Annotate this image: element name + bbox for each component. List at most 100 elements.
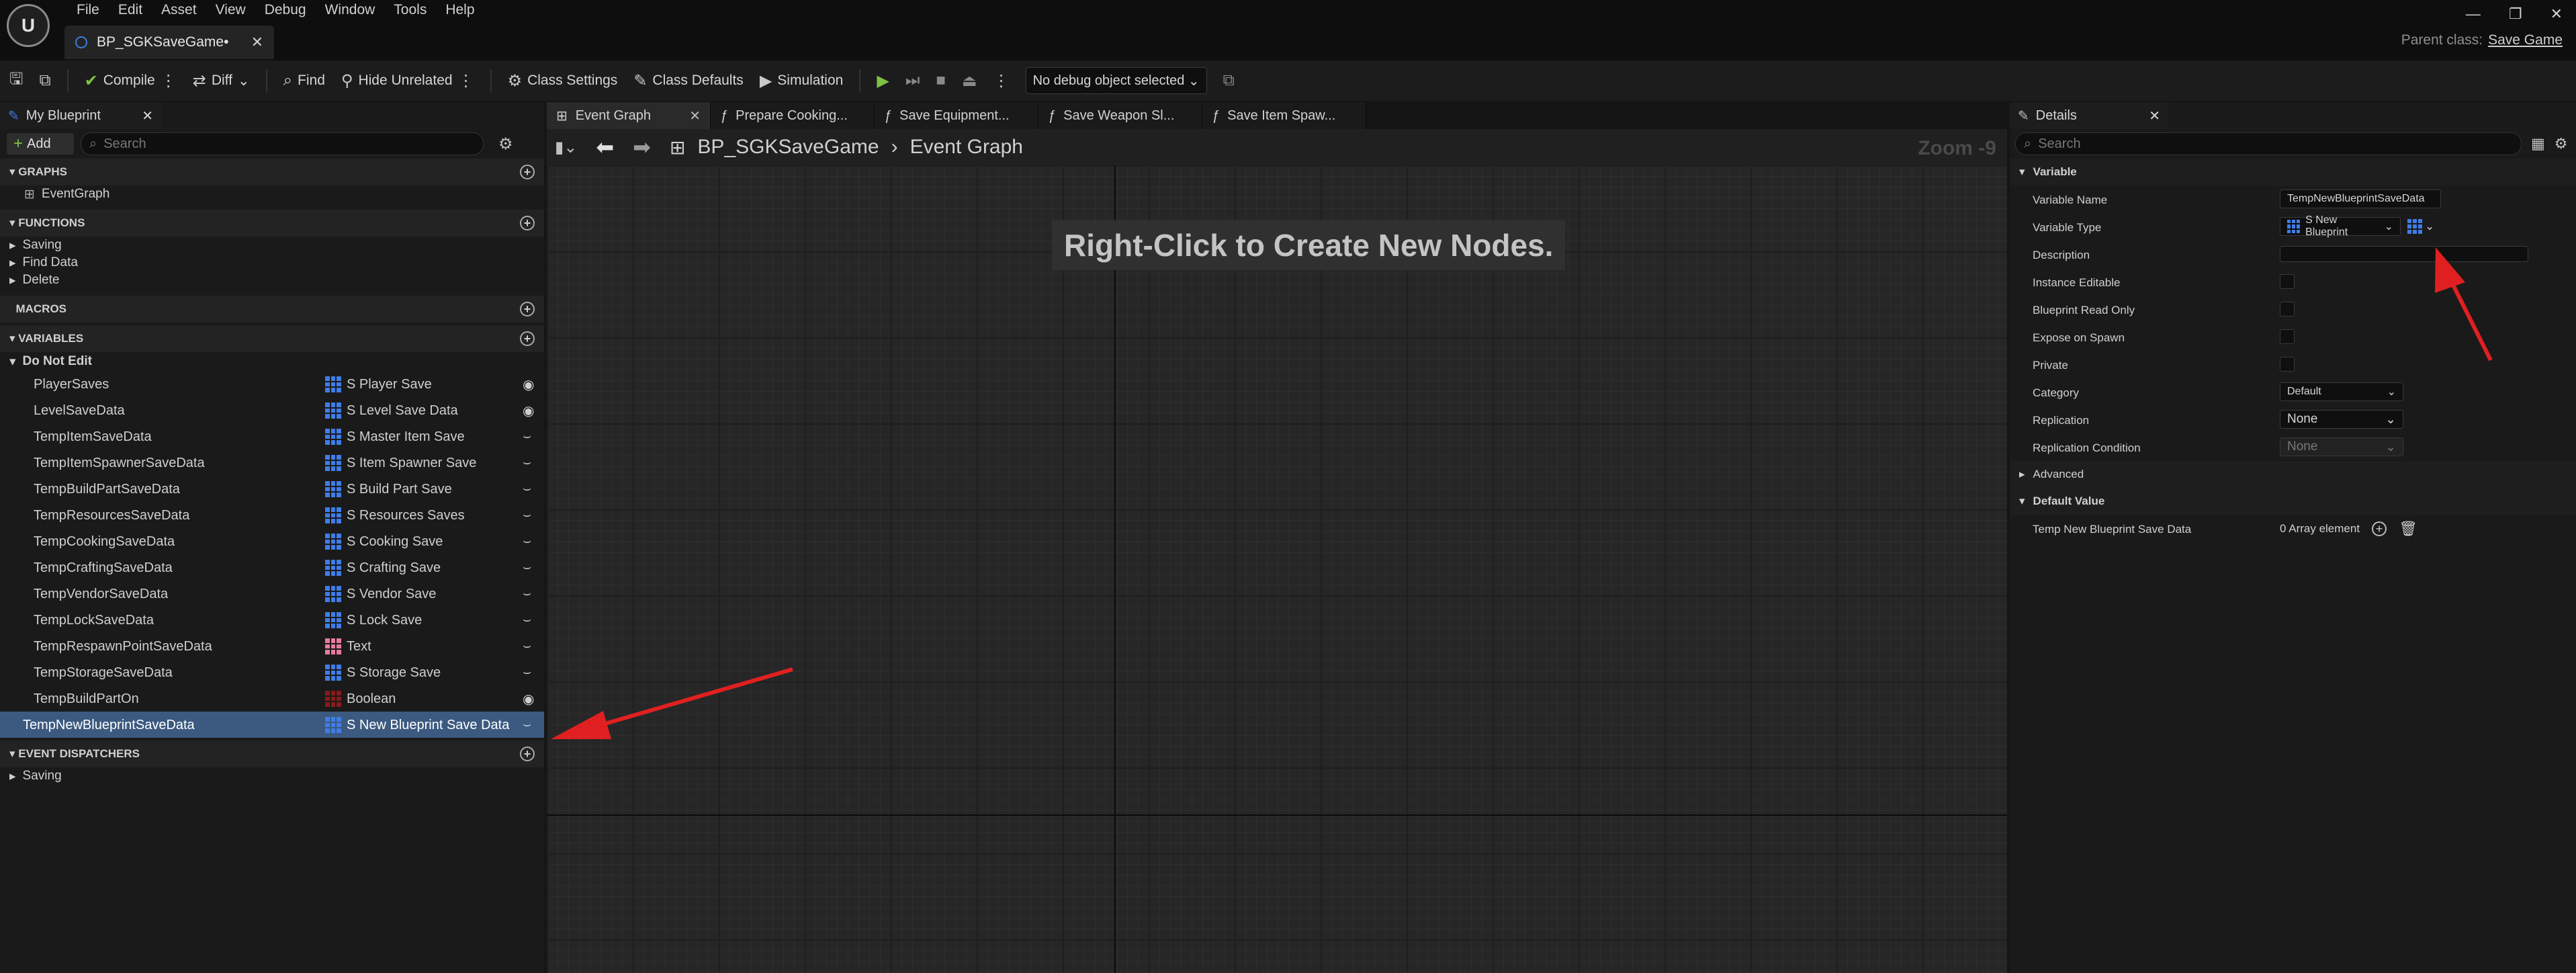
variable-row[interactable]: TempCookingSaveData S Cooking Save ⌣ (0, 528, 544, 554)
eject-icon[interactable]: ⏏ (962, 71, 977, 91)
add-button[interactable]: + Add (7, 133, 74, 155)
add-macro-icon[interactable]: + (520, 302, 535, 316)
more-options-icon[interactable]: ⋮ (161, 71, 177, 91)
replication-condition-select[interactable]: None ⌄ (2280, 437, 2403, 456)
breadcrumb-current[interactable]: Event Graph (910, 136, 1023, 159)
variable-row[interactable]: TempCraftingSaveData S Crafting Save ⌣ (0, 554, 544, 581)
function-category-delete[interactable]: ▸ Delete (0, 271, 544, 289)
simulation-button[interactable]: ▶ Simulation (760, 71, 844, 91)
eye-icon[interactable]: ◉ (523, 403, 534, 419)
tab-save-item-spawner[interactable]: ƒ Save Item Spaw... (1202, 102, 1366, 129)
variable-row[interactable]: TempResourcesSaveData S Resources Saves ⌣ (0, 502, 544, 528)
graphs-section[interactable]: ▾ GRAPHS + (0, 159, 544, 185)
more-options-icon[interactable]: ⋮ (458, 71, 474, 91)
eye-closed-icon[interactable]: ⌣ (523, 507, 531, 523)
trash-icon[interactable]: 🗑 (2399, 520, 2417, 538)
compile-button[interactable]: ✔ Compile ⋮ (85, 71, 177, 91)
breadcrumb-root[interactable]: BP_SGKSaveGame (697, 136, 879, 159)
eye-icon[interactable]: ◉ (523, 376, 534, 393)
menu-view[interactable]: View (206, 1, 255, 19)
details-tab[interactable]: ✎ Details ✕ (2010, 102, 2168, 129)
replication-select[interactable]: None ⌄ (2280, 410, 2403, 429)
default-value-section[interactable]: ▾ Default Value (2010, 488, 2576, 515)
tab-event-graph[interactable]: ⊞ Event Graph ✕ (547, 102, 711, 129)
function-category-find-data[interactable]: ▸ Find Data (0, 254, 544, 271)
eye-closed-icon[interactable]: ⌣ (523, 717, 531, 732)
debug-filter-icon[interactable]: ⧉ (1223, 71, 1235, 90)
stop-icon[interactable]: ■ (936, 71, 946, 90)
private-checkbox[interactable] (2280, 357, 2295, 372)
save-icon[interactable]: 🖫 (9, 67, 23, 95)
back-arrow-icon[interactable]: ⬅ (596, 134, 614, 160)
menu-window[interactable]: Window (316, 1, 385, 19)
variable-row[interactable]: TempNewBlueprintSaveData S New Blueprint … (0, 712, 544, 738)
graph-canvas[interactable] (547, 165, 2007, 973)
close-tab-icon[interactable]: ✕ (689, 108, 701, 124)
macros-section[interactable]: MACROS + (0, 296, 544, 323)
gear-icon[interactable]: ⚙ (498, 134, 513, 154)
menu-edit[interactable]: Edit (109, 1, 152, 19)
menu-help[interactable]: Help (436, 1, 484, 19)
functions-section[interactable]: ▾ FUNCTIONS + (0, 210, 544, 237)
diff-button[interactable]: ⇄ Diff ⌄ (193, 71, 250, 91)
container-type-select[interactable]: ⌄ (2407, 219, 2434, 234)
tab-save-weapon-slot[interactable]: ƒ Save Weapon Sl... (1038, 102, 1202, 129)
variables-section[interactable]: ▾ VARIABLES + (0, 325, 544, 352)
expose-on-spawn-checkbox[interactable] (2280, 329, 2295, 344)
add-function-icon[interactable]: + (520, 216, 535, 230)
hide-unrelated-button[interactable]: ⚲ Hide Unrelated ⋮ (341, 71, 474, 91)
minimize-button[interactable]: — (2466, 5, 2481, 23)
eye-closed-icon[interactable]: ⌣ (523, 560, 531, 575)
add-element-icon[interactable]: + (2372, 521, 2387, 536)
forward-arrow-icon[interactable]: ➡ (633, 134, 651, 160)
variable-row[interactable]: TempRespawnPointSaveData Text ⌣ (0, 633, 544, 659)
add-event-dispatcher-icon[interactable]: + (520, 747, 535, 761)
category-select[interactable]: Default ⌄ (2280, 382, 2403, 401)
find-button[interactable]: ⌕ Find (283, 71, 325, 90)
parent-class-link[interactable]: Save Game (2488, 32, 2563, 48)
class-defaults-button[interactable]: ✎ Class Defaults (633, 71, 744, 91)
advanced-section[interactable]: ▸ Advanced (2010, 461, 2576, 488)
my-blueprint-tab[interactable]: ✎ My Blueprint ✕ (0, 102, 161, 129)
close-window-button[interactable]: ✕ (2550, 5, 2563, 23)
eye-closed-icon[interactable]: ⌣ (523, 586, 531, 601)
instance-editable-checkbox[interactable] (2280, 274, 2295, 289)
menu-asset[interactable]: Asset (152, 1, 206, 19)
eye-closed-icon[interactable]: ⌣ (523, 429, 531, 444)
close-tab-icon[interactable]: ✕ (142, 108, 153, 124)
dispatcher-category-saving[interactable]: ▸ Saving (0, 767, 544, 785)
eye-icon[interactable]: ◉ (523, 691, 534, 708)
close-tab-icon[interactable]: ✕ (2149, 108, 2160, 124)
variable-row[interactable]: TempLockSaveData S Lock Save ⌣ (0, 607, 544, 633)
variable-row[interactable]: TempStorageSaveData S Storage Save ⌣ (0, 659, 544, 685)
step-icon[interactable]: ⏭ (905, 71, 920, 90)
class-settings-button[interactable]: ⚙ Class Settings (508, 71, 618, 91)
tab-save-equipment[interactable]: ƒ Save Equipment... (875, 102, 1038, 129)
eye-closed-icon[interactable]: ⌣ (523, 665, 531, 680)
play-icon[interactable]: ▶ (877, 71, 889, 91)
variable-row[interactable]: TempVendorSaveData S Vendor Save ⌣ (0, 581, 544, 607)
add-graph-icon[interactable]: + (520, 165, 535, 179)
restore-button[interactable]: ❐ (2509, 5, 2522, 23)
variable-name-input[interactable]: TempNewBlueprintSaveData (2280, 189, 2441, 208)
details-search[interactable]: ⌕ Search (2015, 132, 2522, 155)
variable-row[interactable]: TempBuildPartSaveData S Build Part Save ⌣ (0, 476, 544, 502)
browse-icon[interactable]: ⧉ (39, 71, 50, 90)
more-options-icon[interactable]: ⋮ (993, 71, 1010, 91)
variable-category[interactable]: ▾ Do Not Edit (0, 352, 544, 371)
menu-debug[interactable]: Debug (255, 1, 316, 19)
menu-file[interactable]: File (67, 1, 109, 19)
eye-closed-icon[interactable]: ⌣ (523, 481, 531, 497)
variable-row[interactable]: LevelSaveData S Level Save Data ◉ (0, 397, 544, 423)
variable-row[interactable]: TempItemSaveData S Master Item Save ⌣ (0, 423, 544, 450)
variable-type-select[interactable]: S New Blueprint ⌄ (2280, 214, 2401, 238)
gear-icon[interactable]: ⚙ (2555, 135, 2568, 153)
description-input[interactable] (2280, 246, 2528, 262)
eye-closed-icon[interactable]: ⌣ (523, 534, 531, 549)
variable-row[interactable]: PlayerSaves S Player Save ◉ (0, 371, 544, 397)
event-dispatchers-section[interactable]: ▾ EVENT DISPATCHERS + (0, 741, 544, 767)
eye-closed-icon[interactable]: ⌣ (523, 612, 531, 628)
close-tab-icon[interactable]: ✕ (251, 34, 263, 51)
variable-section[interactable]: ▾ Variable (2010, 159, 2576, 185)
menu-tools[interactable]: Tools (384, 1, 436, 19)
